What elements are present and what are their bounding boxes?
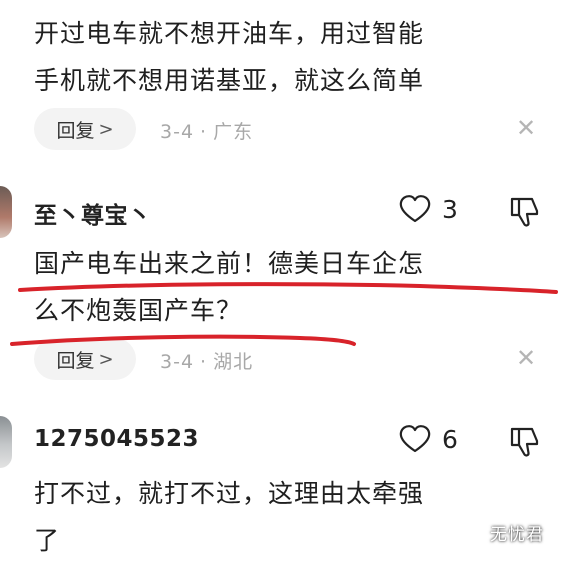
avatar[interactable]	[0, 186, 12, 238]
comment-text-line: 了	[34, 526, 61, 555]
thumbs-down-icon[interactable]	[508, 195, 542, 229]
reply-button[interactable]: 回复 >	[34, 108, 136, 150]
comment-meta: 3-4 · 广东	[160, 117, 253, 144]
comment-text-line: 开过电车就不想开油车，用过智能	[34, 19, 425, 48]
comment-text: 国产电车出来之前！德美日车企怎 么不炮轰国产车？	[34, 240, 534, 334]
avatar[interactable]	[0, 416, 12, 468]
comment-text-line: 么不炮轰国产车？	[34, 296, 243, 325]
reply-label: 回复	[56, 349, 95, 372]
separator-dot: ·	[200, 121, 208, 143]
username[interactable]: 至丶尊宝丶	[34, 196, 152, 230]
comment-date: 3-4	[160, 121, 195, 143]
comment-location: 广东	[213, 121, 254, 143]
chevron-right-icon: >	[98, 348, 114, 370]
like-count: 6	[442, 424, 458, 454]
reply-button[interactable]: 回复 >	[34, 338, 136, 380]
separator-dot: ·	[200, 351, 208, 373]
comment-text-line: 国产电车出来之前！德美日车企怎	[34, 249, 425, 278]
comment-location: 湖北	[213, 351, 254, 373]
like-button[interactable]: 6	[398, 424, 458, 454]
heart-icon	[399, 195, 431, 223]
comment-text: 打不过，就打不过，这理由太牵强 了	[34, 470, 534, 564]
close-icon[interactable]: ✕	[516, 346, 536, 370]
comment-text: 开过电车就不想开油车，用过智能 手机就不想用诺基亚，就这么简单	[34, 10, 534, 104]
reply-label: 回复	[56, 119, 95, 142]
chevron-right-icon: >	[98, 118, 114, 140]
username[interactable]: 1275045523	[34, 426, 199, 452]
watermark: 无忧君	[490, 525, 544, 545]
comment-meta: 3-4 · 湖北	[160, 347, 253, 374]
comment-text-line: 打不过，就打不过，这理由太牵强	[34, 479, 425, 508]
comment-text-line: 手机就不想用诺基亚，就这么简单	[34, 66, 425, 95]
heart-icon	[399, 425, 431, 453]
thumbs-down-icon[interactable]	[508, 425, 542, 459]
like-count: 3	[442, 194, 458, 224]
like-button[interactable]: 3	[398, 194, 458, 224]
close-icon[interactable]: ✕	[516, 116, 536, 140]
comment-date: 3-4	[160, 351, 195, 373]
